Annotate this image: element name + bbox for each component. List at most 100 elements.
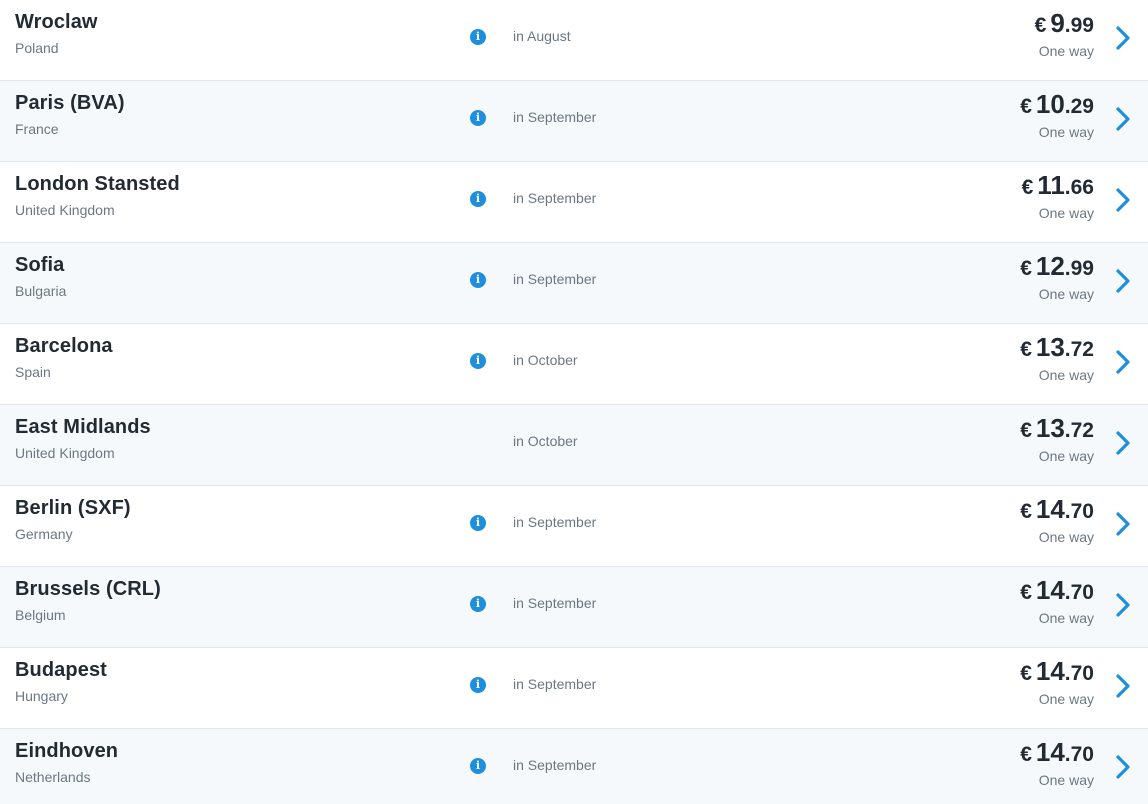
info-icon[interactable]: i: [470, 191, 486, 207]
price-integer: 14: [1035, 575, 1065, 605]
flight-row[interactable]: Barcelona Spain i in October €13.72 One …: [0, 324, 1148, 405]
destination-country: United Kingdom: [15, 202, 115, 218]
fare-price: €11.66: [1022, 170, 1094, 201]
destination-city: Barcelona: [15, 335, 113, 357]
travel-month: in September: [513, 595, 597, 611]
travel-month: in September: [513, 271, 597, 287]
destination-country: Belgium: [15, 607, 66, 623]
trip-type: One way: [1038, 772, 1094, 788]
fare-price: €14.70: [1020, 494, 1094, 525]
price-integer: 12: [1035, 251, 1065, 281]
travel-month: in September: [513, 757, 597, 773]
trip-type: One way: [1038, 286, 1094, 302]
fare-price: €14.70: [1020, 575, 1094, 606]
fare-price: €13.72: [1020, 413, 1094, 444]
destination-country: United Kingdom: [15, 445, 115, 461]
flight-row[interactable]: Berlin (SXF) Germany i in September €14.…: [0, 486, 1148, 567]
price-integer: 11: [1037, 170, 1065, 200]
trip-type: One way: [1038, 529, 1094, 545]
price-decimal: .70: [1064, 500, 1094, 523]
chevron-right-icon[interactable]: [1115, 25, 1131, 51]
price-decimal: .70: [1064, 581, 1094, 604]
flight-row[interactable]: Sofia Bulgaria i in September €12.99 One…: [0, 243, 1148, 324]
destination-city: Berlin (SXF): [15, 497, 131, 519]
currency-symbol: €: [1020, 419, 1032, 442]
price-decimal: .72: [1064, 419, 1094, 442]
currency-symbol: €: [1020, 581, 1032, 604]
chevron-right-icon[interactable]: [1115, 592, 1131, 618]
price-decimal: .70: [1064, 743, 1094, 766]
price-integer: 13: [1035, 413, 1065, 443]
trip-type: One way: [1038, 610, 1094, 626]
chevron-right-icon[interactable]: [1115, 511, 1131, 537]
chevron-right-icon[interactable]: [1115, 106, 1131, 132]
price-integer: 14: [1035, 656, 1065, 686]
destination-city: Budapest: [15, 659, 107, 681]
destination-country: Poland: [15, 40, 59, 56]
flight-row[interactable]: East Midlands United Kingdom in October …: [0, 405, 1148, 486]
price-decimal: .99: [1064, 257, 1094, 280]
info-icon[interactable]: i: [470, 758, 486, 774]
price-decimal: .70: [1064, 662, 1094, 685]
fare-price: €9.99: [1035, 8, 1094, 39]
price-decimal: .66: [1064, 176, 1094, 199]
price-decimal: .99: [1064, 14, 1094, 37]
info-icon[interactable]: i: [470, 677, 486, 693]
flight-row[interactable]: Wroclaw Poland i in August €9.99 One way: [0, 0, 1148, 81]
info-icon[interactable]: i: [470, 110, 486, 126]
chevron-right-icon[interactable]: [1115, 349, 1131, 375]
travel-month: in October: [513, 352, 578, 368]
info-icon[interactable]: i: [470, 29, 486, 45]
destination-country: Germany: [15, 526, 73, 542]
currency-symbol: €: [1020, 662, 1032, 685]
currency-symbol: €: [1021, 176, 1034, 199]
chevron-right-icon[interactable]: [1115, 187, 1131, 213]
destination-country: France: [15, 121, 59, 137]
flight-row[interactable]: Brussels (CRL) Belgium i in September €1…: [0, 567, 1148, 648]
fare-price: €14.70: [1020, 737, 1094, 768]
currency-symbol: €: [1020, 743, 1032, 766]
trip-type: One way: [1038, 124, 1094, 140]
travel-month: in September: [513, 676, 597, 692]
chevron-right-icon[interactable]: [1115, 268, 1131, 294]
currency-symbol: €: [1020, 338, 1032, 361]
trip-type: One way: [1038, 43, 1094, 59]
fare-price: €14.70: [1020, 656, 1094, 687]
destination-city: Wroclaw: [15, 11, 98, 33]
price-integer: 10: [1035, 89, 1065, 119]
travel-month: in September: [513, 514, 597, 530]
currency-symbol: €: [1020, 257, 1032, 280]
travel-month: in September: [513, 109, 597, 125]
info-icon[interactable]: i: [470, 596, 486, 612]
flight-row[interactable]: Budapest Hungary i in September €14.70 O…: [0, 648, 1148, 729]
price-integer: 14: [1035, 737, 1065, 767]
destination-city: Eindhoven: [15, 740, 119, 762]
flight-row[interactable]: Eindhoven Netherlands i in September €14…: [0, 729, 1148, 804]
destination-city: Paris (BVA): [15, 92, 125, 114]
price-integer: 9: [1050, 8, 1065, 38]
price-decimal: .72: [1064, 338, 1094, 361]
destination-country: Spain: [15, 364, 51, 380]
travel-month: in September: [513, 190, 597, 206]
flight-deals-list: Wroclaw Poland i in August €9.99 One way…: [0, 0, 1148, 804]
currency-symbol: €: [1020, 95, 1032, 118]
destination-city: East Midlands: [15, 416, 151, 438]
fare-price: €10.29: [1020, 89, 1094, 120]
price-decimal: .29: [1064, 95, 1094, 118]
chevron-right-icon[interactable]: [1115, 673, 1131, 699]
flight-row[interactable]: London Stansted United Kingdom i in Sept…: [0, 162, 1148, 243]
chevron-right-icon[interactable]: [1115, 754, 1131, 780]
currency-symbol: €: [1034, 14, 1047, 37]
trip-type: One way: [1038, 448, 1094, 464]
fare-price: €13.72: [1020, 332, 1094, 363]
destination-country: Netherlands: [15, 769, 91, 785]
info-icon[interactable]: i: [470, 515, 486, 531]
info-icon[interactable]: i: [470, 272, 486, 288]
trip-type: One way: [1038, 691, 1094, 707]
price-integer: 14: [1035, 494, 1065, 524]
flight-row[interactable]: Paris (BVA) France i in September €10.29…: [0, 81, 1148, 162]
currency-symbol: €: [1020, 500, 1032, 523]
chevron-right-icon[interactable]: [1115, 430, 1131, 456]
info-icon[interactable]: i: [470, 353, 486, 369]
destination-country: Bulgaria: [15, 283, 67, 299]
